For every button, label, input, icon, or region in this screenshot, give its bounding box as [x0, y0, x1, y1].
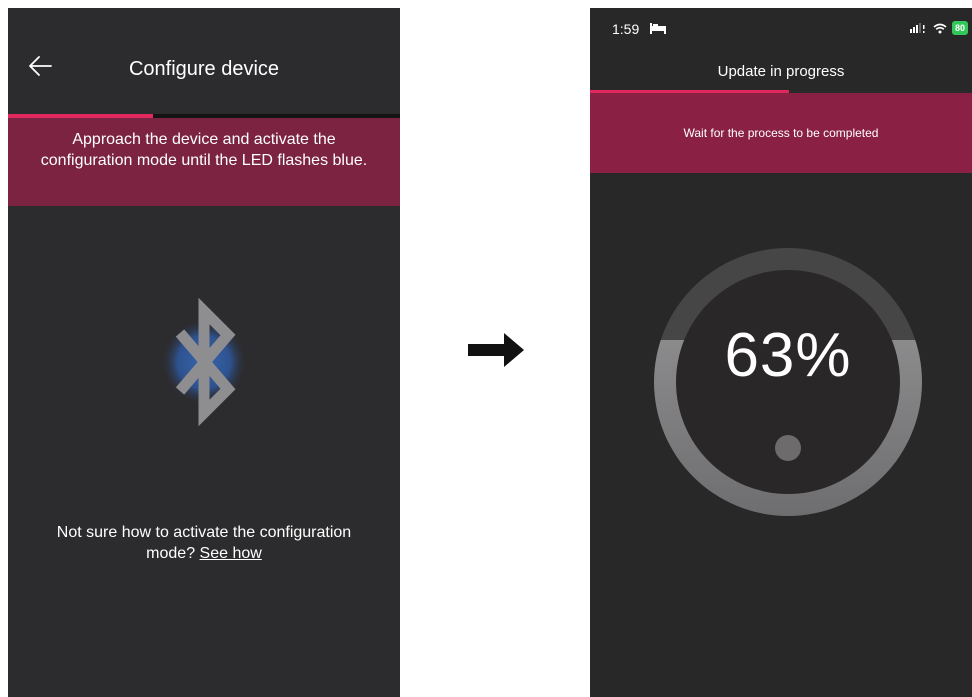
status-time: 1:59: [612, 21, 640, 37]
status-banner: Wait for the process to be completed: [590, 93, 972, 173]
see-how-link[interactable]: See how: [200, 545, 262, 562]
right-arrow-icon: [468, 333, 524, 367]
page-title: Configure device: [128, 58, 280, 80]
help-text: Not sure how to activate the configurati…: [28, 522, 380, 564]
instruction-line-2: configuration mode until the LED flashes…: [40, 152, 368, 169]
bed-icon: [650, 23, 666, 34]
battery-indicator: 80: [951, 21, 968, 35]
help-line-2: mode? See how: [28, 543, 380, 564]
page-title: Update in progress: [717, 63, 845, 80]
help-question: mode?: [146, 545, 196, 562]
status-bar: 1:59 80: [590, 8, 972, 52]
wifi-icon: [933, 23, 947, 33]
configure-device-screen: Configure device Approach the device and…: [8, 8, 400, 697]
instruction-line-1: Approach the device and activate the: [72, 131, 336, 148]
progress-gauge: 63%: [650, 244, 926, 520]
progress-percent: 63%: [724, 321, 852, 390]
instruction-banner: Approach the device and activate the con…: [8, 118, 400, 206]
update-progress-screen: 1:59 80 Update in progress Wait for the …: [590, 8, 972, 697]
status-icons: 80: [909, 21, 968, 35]
header-bar: Configure device: [8, 8, 400, 118]
help-line-1: Not sure how to activate the configurati…: [56, 524, 352, 541]
signal-icon: [909, 23, 925, 33]
bluetooth-icon: [158, 286, 250, 436]
